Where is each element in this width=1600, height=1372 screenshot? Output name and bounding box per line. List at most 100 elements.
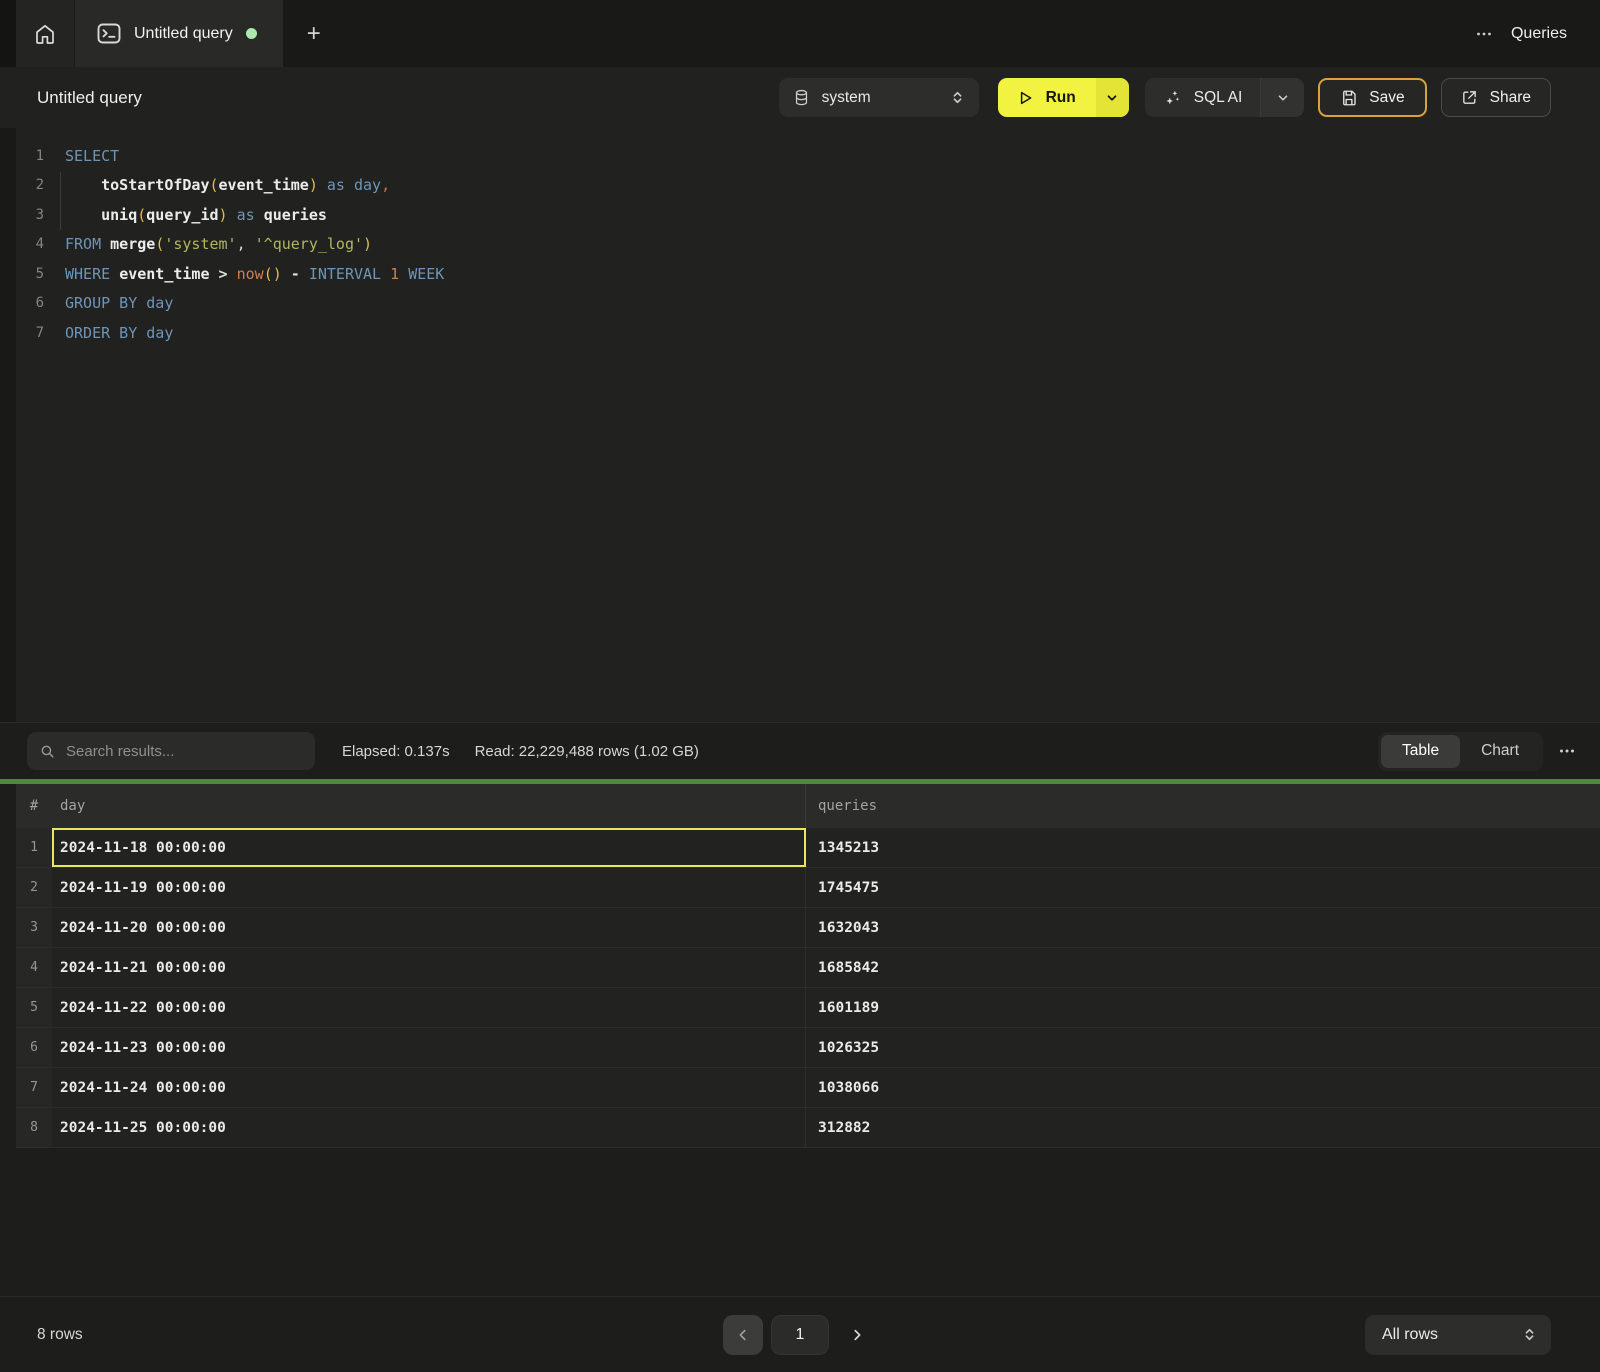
code-line[interactable]: 4FROM merge('system', '^query_log') <box>0 230 1600 260</box>
play-icon <box>1016 89 1034 107</box>
external-link-icon <box>1461 89 1478 106</box>
ellipsis-icon <box>1558 742 1576 760</box>
ellipsis-icon <box>1475 25 1493 43</box>
column-header-queries[interactable]: queries <box>806 784 1600 828</box>
home-icon <box>33 22 57 46</box>
indent-guide <box>60 172 61 230</box>
row-index-cell[interactable]: 7 <box>16 1068 52 1107</box>
page-title: Untitled query <box>37 88 142 108</box>
page-size-selector[interactable]: All rows <box>1365 1315 1551 1355</box>
results-empty-area <box>0 1148 1600 1296</box>
sql-editor[interactable]: 1SELECT2 toStartOfDay(event_time) as day… <box>0 128 1600 722</box>
previous-page-button[interactable] <box>723 1315 763 1355</box>
day-cell[interactable]: 2024-11-21 00:00:00 <box>52 948 806 987</box>
row-index-cell[interactable]: 6 <box>16 1028 52 1067</box>
line-text: WHERE event_time > now() - INTERVAL 1 WE… <box>65 265 444 283</box>
home-button[interactable] <box>16 0 74 67</box>
tab-table-view[interactable]: Table <box>1381 735 1460 768</box>
row-index-cell[interactable]: 8 <box>16 1108 52 1147</box>
table-row: 62024-11-23 00:00:001026325 <box>16 1028 1600 1068</box>
save-button[interactable]: Save <box>1318 78 1426 117</box>
line-text: GROUP BY day <box>65 294 173 312</box>
table-row: 82024-11-25 00:00:00312882 <box>16 1108 1600 1148</box>
day-cell[interactable]: 2024-11-23 00:00:00 <box>52 1028 806 1067</box>
row-index-cell[interactable]: 3 <box>16 908 52 947</box>
queries-cell[interactable]: 1632043 <box>806 908 1600 947</box>
terminal-icon <box>97 23 121 44</box>
column-header-day[interactable]: day <box>52 784 806 828</box>
table-row: 22024-11-19 00:00:001745475 <box>16 868 1600 908</box>
run-options-button[interactable] <box>1096 78 1129 117</box>
column-header-index[interactable]: # <box>16 784 52 828</box>
row-count-label: 8 rows <box>37 1326 83 1344</box>
table-row: 42024-11-21 00:00:001685842 <box>16 948 1600 988</box>
search-results-input[interactable] <box>66 743 303 760</box>
line-text: uniq(query_id) as queries <box>65 206 327 224</box>
day-cell-selected[interactable]: 2024-11-18 00:00:00 <box>52 828 806 867</box>
code-line[interactable]: 6GROUP BY day <box>0 289 1600 319</box>
code-line[interactable]: 5WHERE event_time > now() - INTERVAL 1 W… <box>0 259 1600 289</box>
table-row: 32024-11-20 00:00:001632043 <box>16 908 1600 948</box>
queries-cell[interactable]: 1026325 <box>806 1028 1600 1067</box>
elapsed-stat: Elapsed: 0.137s <box>342 743 450 760</box>
current-page-button[interactable]: 1 <box>771 1315 829 1355</box>
line-text: SELECT <box>65 147 119 165</box>
queries-cell[interactable]: 1745475 <box>806 868 1600 907</box>
page-size-value: All rows <box>1382 1326 1522 1344</box>
tab-bar-spacer <box>345 0 1465 67</box>
sql-ai-button-group: SQL AI <box>1145 78 1305 117</box>
queries-cell[interactable]: 1685842 <box>806 948 1600 987</box>
tab-untitled-query[interactable]: Untitled query <box>75 0 283 67</box>
top-overflow-menu-button[interactable] <box>1465 0 1503 67</box>
chevron-up-down-icon <box>950 90 965 105</box>
tab-chart-view[interactable]: Chart <box>1460 735 1540 768</box>
queries-cell[interactable]: 312882 <box>806 1108 1600 1147</box>
row-index-cell[interactable]: 4 <box>16 948 52 987</box>
chevron-down-icon <box>1276 91 1290 105</box>
line-text: FROM merge('system', '^query_log') <box>65 235 372 253</box>
queries-cell[interactable]: 1601189 <box>806 988 1600 1027</box>
left-edge-strip <box>0 0 16 67</box>
queries-cell[interactable]: 1038066 <box>806 1068 1600 1107</box>
run-button-group: Run <box>998 78 1129 117</box>
search-results-box[interactable] <box>27 732 315 770</box>
code-line[interactable]: 2 toStartOfDay(event_time) as day, <box>0 171 1600 201</box>
code-line[interactable]: 1SELECT <box>0 141 1600 171</box>
pagination: 1 <box>723 1315 877 1355</box>
database-selector-value: system <box>822 89 938 107</box>
run-button-label: Run <box>1046 89 1076 107</box>
search-icon <box>39 743 56 760</box>
sql-ai-options-button[interactable] <box>1260 78 1304 117</box>
day-cell[interactable]: 2024-11-24 00:00:00 <box>52 1068 806 1107</box>
day-cell[interactable]: 2024-11-25 00:00:00 <box>52 1108 806 1147</box>
table-row: 72024-11-24 00:00:001038066 <box>16 1068 1600 1108</box>
chevron-left-icon <box>736 1328 750 1342</box>
queries-cell[interactable]: 1345213 <box>806 828 1600 867</box>
row-index-cell[interactable]: 1 <box>16 828 52 867</box>
next-page-button[interactable] <box>837 1315 877 1355</box>
day-cell[interactable]: 2024-11-22 00:00:00 <box>52 988 806 1027</box>
code-line[interactable]: 7ORDER BY day <box>0 318 1600 348</box>
run-button[interactable]: Run <box>998 78 1096 117</box>
query-header: Untitled query system Run SQL AI <box>0 67 1600 128</box>
day-cell[interactable]: 2024-11-20 00:00:00 <box>52 908 806 947</box>
row-index-cell[interactable]: 5 <box>16 988 52 1027</box>
results-overflow-menu-button[interactable] <box>1558 742 1576 760</box>
line-text: ORDER BY day <box>65 324 173 342</box>
results-footer: 8 rows 1 All rows <box>0 1296 1600 1372</box>
tab-bar: Untitled query + Queries <box>0 0 1600 67</box>
new-tab-button[interactable]: + <box>283 0 345 67</box>
share-button[interactable]: Share <box>1441 78 1551 117</box>
database-selector[interactable]: system <box>779 78 979 117</box>
chevron-up-down-icon <box>1522 1327 1537 1342</box>
share-button-label: Share <box>1490 89 1531 107</box>
row-index-cell[interactable]: 2 <box>16 868 52 907</box>
queries-link[interactable]: Queries <box>1503 0 1600 67</box>
code-line[interactable]: 3 uniq(query_id) as queries <box>0 200 1600 230</box>
sql-ai-button[interactable]: SQL AI <box>1145 78 1261 117</box>
sql-console: Untitled query + Queries Untitled query … <box>0 0 1600 1372</box>
save-icon <box>1340 89 1358 107</box>
database-icon <box>793 89 810 106</box>
day-cell[interactable]: 2024-11-19 00:00:00 <box>52 868 806 907</box>
unsaved-changes-dot <box>246 28 257 39</box>
